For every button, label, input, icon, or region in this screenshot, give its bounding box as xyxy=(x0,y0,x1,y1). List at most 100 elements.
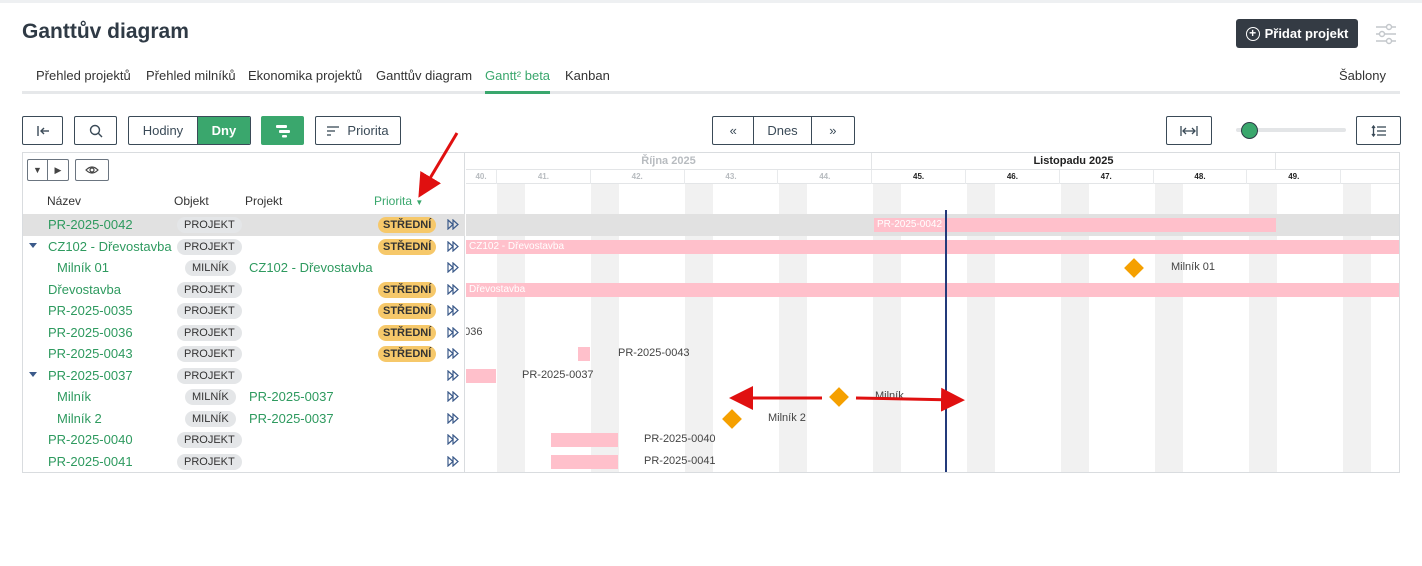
table-row[interactable]: Milník MILNÍK PR-2025-0037 xyxy=(23,386,465,408)
table-row[interactable]: PR-2025-0040 PROJEKT xyxy=(23,429,465,451)
gantt-bar[interactable]: CZ102 - Dřevostavba xyxy=(466,239,1399,254)
table-row[interactable]: PR-2025-0043 PROJEKT STŘEDNÍ xyxy=(23,343,465,365)
row-name[interactable]: Dřevostavba xyxy=(48,282,121,297)
tab-gantt-diagram[interactable]: Ganttův diagram xyxy=(376,68,472,94)
fit-width-button[interactable] xyxy=(1166,116,1212,145)
next-button[interactable]: » xyxy=(812,117,854,144)
scroll-to-bar-icon[interactable] xyxy=(447,219,460,230)
add-project-button[interactable]: + Přidat projekt xyxy=(1236,19,1358,48)
row-name[interactable]: PR-2025-0041 xyxy=(48,454,133,469)
gantt-bar[interactable] xyxy=(466,368,496,383)
search-icon xyxy=(89,124,102,137)
row-name[interactable]: PR-2025-0042 xyxy=(48,217,133,232)
row-name[interactable]: Milník 01 xyxy=(57,260,109,275)
row-name[interactable]: PR-2025-0035 xyxy=(48,303,133,318)
expand-caret-icon[interactable] xyxy=(29,371,37,377)
scroll-to-bar-icon[interactable] xyxy=(447,348,460,359)
gantt-bar[interactable]: PR-2025-0042 xyxy=(874,218,1276,232)
row-project[interactable]: PR-2025-0037 xyxy=(249,389,334,404)
week-label: 44. xyxy=(778,170,873,184)
row-project[interactable]: CZ102 - Dřevostavba xyxy=(249,260,373,275)
scroll-to-bar-icon[interactable] xyxy=(447,455,460,467)
sort-desc-icon: ▼ xyxy=(415,198,424,207)
collapse-left-button[interactable] xyxy=(22,116,63,145)
week-label: 47. xyxy=(1060,170,1154,184)
scroll-to-bar-icon[interactable] xyxy=(447,412,460,424)
scroll-to-bar-icon[interactable] xyxy=(447,305,460,316)
expand-caret-icon[interactable] xyxy=(29,242,37,248)
priority-badge: STŘEDNÍ xyxy=(378,238,437,255)
row-project[interactable]: PR-2025-0037 xyxy=(249,411,334,426)
object-badge: MILNÍK xyxy=(185,410,236,427)
object-badge: MILNÍK xyxy=(185,260,236,276)
gantt-bar[interactable]: Dřevostavba xyxy=(466,282,1399,297)
gantt-bar[interactable] xyxy=(551,454,618,469)
row-name[interactable]: PR-2025-0036 xyxy=(48,325,133,340)
list-density-icon xyxy=(1370,124,1386,137)
expand-collapse-control: ▼ ▶ xyxy=(27,159,69,181)
tab-milestone-overview[interactable]: Přehled milníků xyxy=(146,68,236,94)
object-badge: PROJEKT xyxy=(177,238,242,255)
priority-badge: STŘEDNÍ xyxy=(378,303,437,319)
gantt-bar[interactable] xyxy=(578,347,590,361)
table-row[interactable]: PR-2025-0042 PROJEKT STŘEDNÍ xyxy=(23,214,465,236)
row-name[interactable]: PR-2025-0037 xyxy=(48,368,133,383)
sliders-icon[interactable] xyxy=(1374,22,1398,46)
task-list-panel: ▼ ▶ Název Objekt Projekt Priorita ▼ PR-2… xyxy=(23,153,465,472)
tab-templates[interactable]: Šablony xyxy=(1339,68,1386,94)
column-header-priority[interactable]: Priorita ▼ xyxy=(374,194,423,208)
double-chevron-right-icon: » xyxy=(829,123,837,138)
scroll-to-bar-icon[interactable] xyxy=(447,283,460,295)
scroll-to-bar-icon[interactable] xyxy=(447,434,460,445)
row-name[interactable]: CZ102 - Dřevostavba xyxy=(48,239,172,254)
week-label: 49. xyxy=(1247,170,1342,184)
row-name[interactable]: Milník xyxy=(57,389,91,404)
expand-all-button[interactable]: ▼ xyxy=(28,160,48,180)
days-option[interactable]: Dny xyxy=(197,117,250,144)
tasks-icon xyxy=(275,124,290,137)
tab-project-overview[interactable]: Přehled projektů xyxy=(36,68,131,94)
column-header-project[interactable]: Projekt xyxy=(245,194,282,208)
milestone-marker[interactable] xyxy=(829,387,849,407)
group-view-button[interactable] xyxy=(261,116,304,145)
row-name[interactable]: PR-2025-0043 xyxy=(48,346,133,361)
table-row[interactable]: CZ102 - Dřevostavba PROJEKT STŘEDNÍ xyxy=(23,236,465,258)
table-row[interactable]: PR-2025-0037 PROJEKT xyxy=(23,365,465,387)
scroll-to-bar-icon[interactable] xyxy=(447,240,460,252)
today-line xyxy=(945,210,947,472)
time-scale-toggle: Hodiny Dny xyxy=(128,116,251,145)
column-visibility-button[interactable] xyxy=(75,159,109,181)
row-density-button[interactable] xyxy=(1356,116,1401,145)
tab-gantt2-beta[interactable]: Gantt² beta xyxy=(485,68,551,94)
today-button[interactable]: Dnes xyxy=(754,117,812,144)
previous-button[interactable]: « xyxy=(713,117,755,144)
table-row[interactable]: PR-2025-0041 PROJEKT xyxy=(23,451,465,473)
gantt-bar[interactable] xyxy=(551,433,618,447)
table-row[interactable]: Dřevostavba PROJEKT STŘEDNÍ xyxy=(23,279,465,301)
scroll-to-bar-icon[interactable] xyxy=(447,391,460,402)
milestone-marker[interactable] xyxy=(722,408,742,429)
scroll-to-bar-icon[interactable] xyxy=(447,326,460,338)
column-header-name[interactable]: Název xyxy=(47,194,81,208)
tab-kanban[interactable]: Kanban xyxy=(565,68,610,94)
column-header-object[interactable]: Objekt xyxy=(174,194,209,208)
tab-project-economics[interactable]: Ekonomika projektů xyxy=(248,68,362,94)
search-button[interactable] xyxy=(74,116,117,145)
table-row[interactable]: PR-2025-0035 PROJEKT STŘEDNÍ xyxy=(23,300,465,322)
scroll-to-bar-icon[interactable] xyxy=(447,262,460,273)
milestone-marker[interactable] xyxy=(1124,258,1144,278)
collapse-all-button[interactable]: ▶ xyxy=(48,160,68,180)
row-name[interactable]: PR-2025-0040 xyxy=(48,432,133,447)
table-row[interactable]: Milník 01 MILNÍK CZ102 - Dřevostavba xyxy=(23,257,465,279)
table-row[interactable]: Milník 2 MILNÍK PR-2025-0037 xyxy=(23,408,465,430)
zoom-slider-handle[interactable] xyxy=(1241,122,1259,139)
priority-sort-button[interactable]: Priorita xyxy=(315,116,401,145)
month-label: Listopadu 2025 xyxy=(872,153,1276,170)
fit-width-icon xyxy=(1180,125,1198,136)
hours-option[interactable]: Hodiny xyxy=(129,117,198,144)
week-header: 40. 41. 42. 43. 44. 45. 46. 47. 48. 49. xyxy=(466,170,1399,184)
scroll-to-bar-icon[interactable] xyxy=(447,369,460,381)
object-badge: PROJEKT xyxy=(177,217,242,233)
table-row[interactable]: PR-2025-0036 PROJEKT STŘEDNÍ xyxy=(23,322,465,344)
row-name[interactable]: Milník 2 xyxy=(57,411,102,426)
